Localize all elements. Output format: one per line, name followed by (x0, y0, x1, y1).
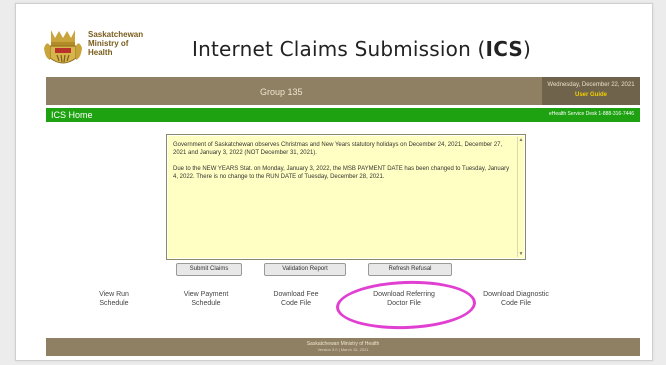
scroll-up-icon[interactable]: ▲ (518, 137, 524, 143)
notice-scrollbar[interactable]: ▲ ▼ (517, 137, 523, 257)
date-box: Wednesday, December 22, 2021 User Guide (542, 77, 640, 105)
view-run-schedule-link[interactable]: View Run Schedule (66, 290, 162, 308)
footer-version: Version 3.0 | March 10, 2021 (317, 347, 369, 352)
page-title: Internet Claims Submission (ICS) (192, 37, 531, 61)
footer-ministry: Saskatchewan Ministry of Health (306, 341, 380, 347)
title-prefix: Internet Claims Submission ( (192, 37, 486, 61)
title-acronym: ICS (485, 37, 524, 61)
notice-paragraph-2: Due to the NEW YEARS Stat. on Monday, Ja… (173, 166, 510, 180)
link-line-1: Download Fee (273, 291, 319, 298)
user-guide-link[interactable]: User Guide (542, 91, 640, 99)
title-suffix: ) (523, 37, 532, 61)
link-line-2: Schedule (191, 300, 221, 307)
saskatchewan-crest-icon (44, 30, 82, 64)
link-line-1: View Payment (183, 291, 229, 298)
link-line-1: View Run (99, 291, 129, 298)
group-banner: Group 135 Wednesday, December 22, 2021 U… (46, 77, 640, 105)
ministry-name: Saskatchewan Ministry of Health (88, 30, 168, 57)
download-links: View Run Schedule View Payment Schedule … (16, 290, 652, 330)
ministry-line-1: Saskatchewan (88, 30, 144, 39)
ics-page: Saskatchewan Ministry of Health Internet… (15, 3, 653, 361)
refresh-refusal-button[interactable]: Refresh Refusal (368, 263, 452, 276)
group-label: Group 135 (260, 87, 303, 97)
notice-paragraph-1: Government of Saskatchewan observes Chri… (173, 142, 503, 156)
download-diagnostic-code-link[interactable]: Download Diagnostic Code File (468, 290, 564, 308)
current-date: Wednesday, December 22, 2021 (547, 82, 635, 88)
ministry-line-3: Health (88, 48, 113, 57)
link-line-2: Code File (281, 300, 311, 307)
scroll-down-icon[interactable]: ▼ (518, 251, 524, 257)
link-line-2: Schedule (99, 300, 129, 307)
link-line-2: Code File (501, 300, 531, 307)
notice-textarea[interactable]: Government of Saskatchewan observes Chri… (166, 134, 526, 260)
ics-home-link[interactable]: ICS Home (51, 110, 93, 120)
download-fee-code-link[interactable]: Download Fee Code File (248, 290, 344, 308)
nav-bar: ICS Home eHealth Service Desk 1-888-316-… (46, 108, 640, 122)
action-buttons: Submit Claims Validation Report Refresh … (16, 263, 652, 277)
service-desk-info: eHealth Service Desk 1-888-316-7446 (548, 111, 634, 117)
view-payment-schedule-link[interactable]: View Payment Schedule (158, 290, 254, 308)
link-line-1: Download Diagnostic (483, 291, 549, 298)
header: Saskatchewan Ministry of Health Internet… (16, 4, 652, 74)
submit-claims-button[interactable]: Submit Claims (176, 263, 242, 276)
ministry-line-2: Ministry of (88, 39, 129, 48)
validation-report-button[interactable]: Validation Report (264, 263, 346, 276)
footer: Saskatchewan Ministry of Health Version … (46, 338, 640, 356)
